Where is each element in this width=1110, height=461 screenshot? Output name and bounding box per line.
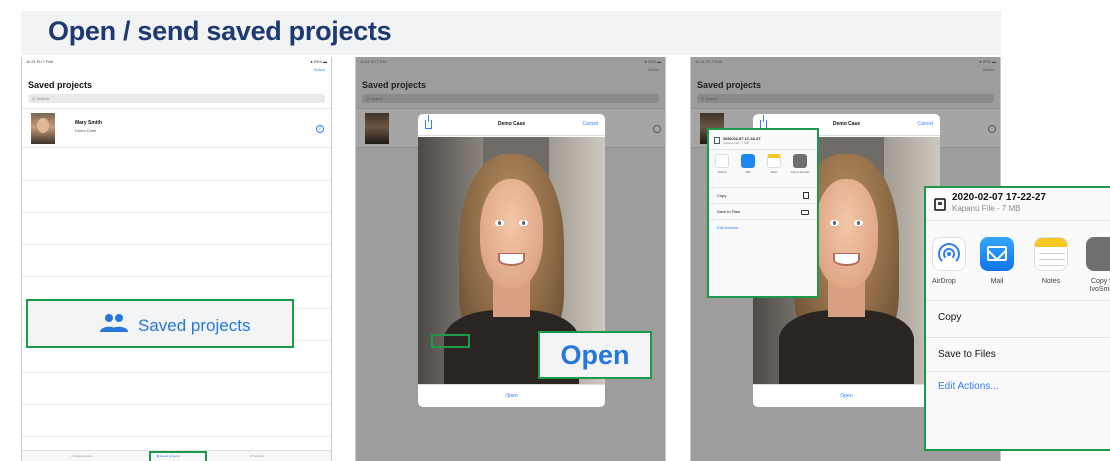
tab-highlight-box [149, 451, 207, 461]
open-highlight-box [431, 334, 470, 348]
list-divider [22, 276, 331, 277]
open-callout-label: Open [560, 340, 630, 370]
notes-label: Notes [770, 171, 778, 174]
modal-header: Demo Case Cancel [418, 114, 605, 136]
project-subtitle: Demo Case [75, 128, 97, 133]
project-thumbnail [31, 113, 55, 144]
copy-action[interactable]: Copy [717, 193, 726, 198]
status-time: 11:21 Fri 7 Feb [695, 59, 722, 64]
modal-title: Demo Case [497, 121, 526, 127]
saved-projects-label: Saved projects [138, 316, 251, 335]
notes-icon[interactable] [1034, 237, 1068, 271]
mail-label: Mail [990, 278, 1004, 285]
list-title: Saved projects [697, 80, 762, 90]
modal-title: Demo Case [832, 121, 861, 127]
list-divider [22, 212, 331, 213]
airdrop-label: AirDrop [932, 278, 956, 285]
divider [926, 371, 1110, 372]
divider [926, 220, 1110, 221]
divider [926, 337, 1110, 338]
notes-icon[interactable] [767, 154, 781, 168]
cancel-button[interactable]: Cancel [917, 121, 933, 127]
search-input[interactable]: Q Search [362, 94, 659, 103]
tutorial-slide: Open / send saved projects 11:21 Fri 7 F… [0, 0, 1110, 461]
status-bar: 11:21 Fri 7 Feb ● 93% ▬ [22, 57, 331, 66]
list-divider [22, 180, 331, 181]
status-time: 11:21 Fri 7 Feb [26, 59, 53, 64]
mail-label: Mail [745, 171, 751, 174]
copy-icon [803, 192, 809, 199]
select-button[interactable]: Select [648, 67, 659, 72]
divider [709, 219, 817, 220]
search-placeholder: Q Search [366, 96, 383, 101]
share-apps-row: AirDrop Mail Notes Copy to IvoSmile [714, 154, 816, 180]
list-title: Saved projects [28, 80, 93, 90]
project-thumbnail [365, 113, 389, 144]
list-title: Saved projects [362, 80, 427, 90]
mail-icon[interactable] [741, 154, 755, 168]
mail-icon[interactable] [980, 237, 1014, 271]
edit-actions-link[interactable]: Edit Actions... [717, 225, 741, 230]
save-to-files-action[interactable]: Save to Files [717, 209, 740, 214]
status-bar: 11:21 Fri 7 Feb ● 93% ▬ [691, 57, 1000, 66]
divider [709, 187, 817, 188]
info-icon[interactable] [988, 125, 996, 133]
search-input[interactable]: Q Search [28, 94, 325, 103]
divider [709, 203, 817, 204]
screenshot-saved-projects-list: 11:21 Fri 7 Feb ● 93% ▬ Select Saved pro… [21, 57, 332, 461]
open-button[interactable]: Open [753, 393, 940, 399]
info-icon[interactable]: i [316, 125, 324, 133]
airdrop-label: AirDrop [717, 171, 727, 174]
file-subtitle: Kapanu File - 7 MB [723, 141, 749, 145]
folder-icon [801, 210, 809, 215]
people-icon [100, 314, 128, 332]
search-placeholder: Q Search [32, 96, 49, 101]
list-divider [22, 436, 331, 437]
file-icon [934, 198, 946, 211]
open-button[interactable]: Open [418, 393, 605, 399]
share-sheet-zoomed: 2020-02-07 17-22-27 Kapanu File - 7 MB A… [924, 186, 1110, 451]
battery-indicator: ● 93% ▬ [644, 59, 661, 64]
list-divider [22, 244, 331, 245]
ivosmile-icon[interactable] [1086, 237, 1110, 271]
page-title: Open / send saved projects [48, 16, 392, 46]
divider [709, 149, 817, 150]
list-divider [22, 404, 331, 405]
ivosmile-label: Copy to IvoSmile [1089, 278, 1110, 293]
tab-measurements[interactable]: ⌂ Measurements [70, 454, 93, 458]
battery-indicator: ● 93% ▬ [979, 59, 996, 64]
modal-footer: Open [418, 384, 605, 407]
file-subtitle: Kapanu File - 7 MB [952, 204, 1021, 213]
copy-action[interactable]: Copy [938, 312, 961, 323]
search-placeholder: Q Search [701, 96, 718, 101]
airdrop-icon[interactable] [932, 237, 966, 271]
file-icon [714, 137, 720, 144]
status-time: 11:21 Fri 7 Feb [360, 59, 387, 64]
modal-footer: Open [753, 384, 940, 407]
project-row[interactable]: Mary Smith Demo Case i [22, 108, 331, 148]
airdrop-icon[interactable] [715, 154, 729, 168]
search-input[interactable]: Q Search [697, 94, 994, 103]
saved-projects-callout: Saved projects [26, 299, 294, 348]
status-bar: 11:21 Fri 7 Feb ● 93% ▬ [356, 57, 665, 66]
save-to-files-action[interactable]: Save to Files [938, 349, 996, 360]
ivosmile-icon[interactable] [793, 154, 807, 168]
notes-label: Notes [1041, 278, 1061, 285]
share-sheet-small: 2020-02-07 17-22-27 Kapanu File - 7 MB A… [707, 128, 819, 298]
select-button[interactable]: Select [983, 67, 994, 72]
select-button[interactable]: Select [314, 67, 325, 72]
list-divider [22, 372, 331, 373]
info-icon[interactable] [653, 125, 661, 133]
cancel-button[interactable]: Cancel [582, 121, 598, 127]
file-name: 2020-02-07 17-22-27 [952, 192, 1046, 203]
edit-actions-link[interactable]: Edit Actions... [938, 381, 999, 392]
tab-settings[interactable]: ⚙ Settings [250, 454, 264, 458]
divider [926, 300, 1110, 301]
ivosmile-label: Copy to IvoSmile [790, 171, 810, 174]
screenshot-preview-modal: 11:21 Fri 7 Feb ● 93% ▬ Select Saved pro… [355, 57, 666, 461]
project-name: Mary Smith [75, 120, 102, 126]
open-callout: Open [538, 331, 652, 379]
battery-indicator: ● 93% ▬ [310, 59, 327, 64]
